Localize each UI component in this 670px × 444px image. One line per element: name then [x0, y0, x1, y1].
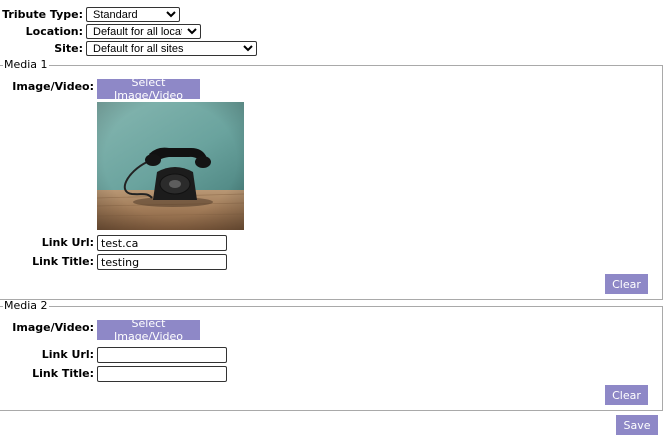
media-1-legend: Media 1 — [3, 58, 49, 71]
site-select[interactable]: Default for all sites — [86, 41, 257, 56]
media-1-clear-button[interactable]: Clear — [605, 274, 648, 294]
media-2-image-label: Image/Video: — [12, 321, 94, 334]
location-select[interactable]: Default for all locations — [86, 24, 201, 39]
tribute-type-row: Tribute Type: Standard — [0, 7, 180, 22]
media-1-select-image-button[interactable]: Select Image/Video — [97, 76, 200, 102]
media-2-link-url-input[interactable] — [97, 347, 227, 363]
media-1-image-preview — [97, 102, 244, 230]
media-1-image-label: Image/Video: — [12, 80, 94, 93]
media-1-fieldset: Media 1 Image/Video: Select Image/Video — [0, 59, 663, 300]
location-label: Location: — [25, 25, 83, 38]
location-row: Location: Default for all locations — [0, 24, 201, 39]
media-1-link-url-input[interactable] — [97, 235, 227, 251]
site-label: Site: — [54, 42, 83, 55]
media-2-link-title-input[interactable] — [97, 366, 227, 382]
tribute-type-select[interactable]: Standard — [86, 7, 180, 22]
media-1-link-title-input[interactable] — [97, 254, 227, 270]
save-button[interactable]: Save — [616, 415, 658, 435]
media-2-select-image-button[interactable]: Select Image/Video — [97, 317, 200, 343]
rotary-phone-image — [97, 102, 244, 230]
tribute-type-label: Tribute Type: — [2, 8, 83, 21]
media-1-link-title-label: Link Title: — [32, 255, 94, 268]
site-row: Site: Default for all sites — [0, 41, 257, 56]
media-2-fieldset: Media 2 Image/Video: Select Image/Video … — [0, 300, 663, 411]
media-2-legend: Media 2 — [3, 299, 49, 312]
media-2-clear-button[interactable]: Clear — [605, 385, 648, 405]
media-1-link-url-label: Link Url: — [41, 236, 94, 249]
media-2-link-title-label: Link Title: — [32, 367, 94, 380]
media-2-link-url-label: Link Url: — [41, 348, 94, 361]
